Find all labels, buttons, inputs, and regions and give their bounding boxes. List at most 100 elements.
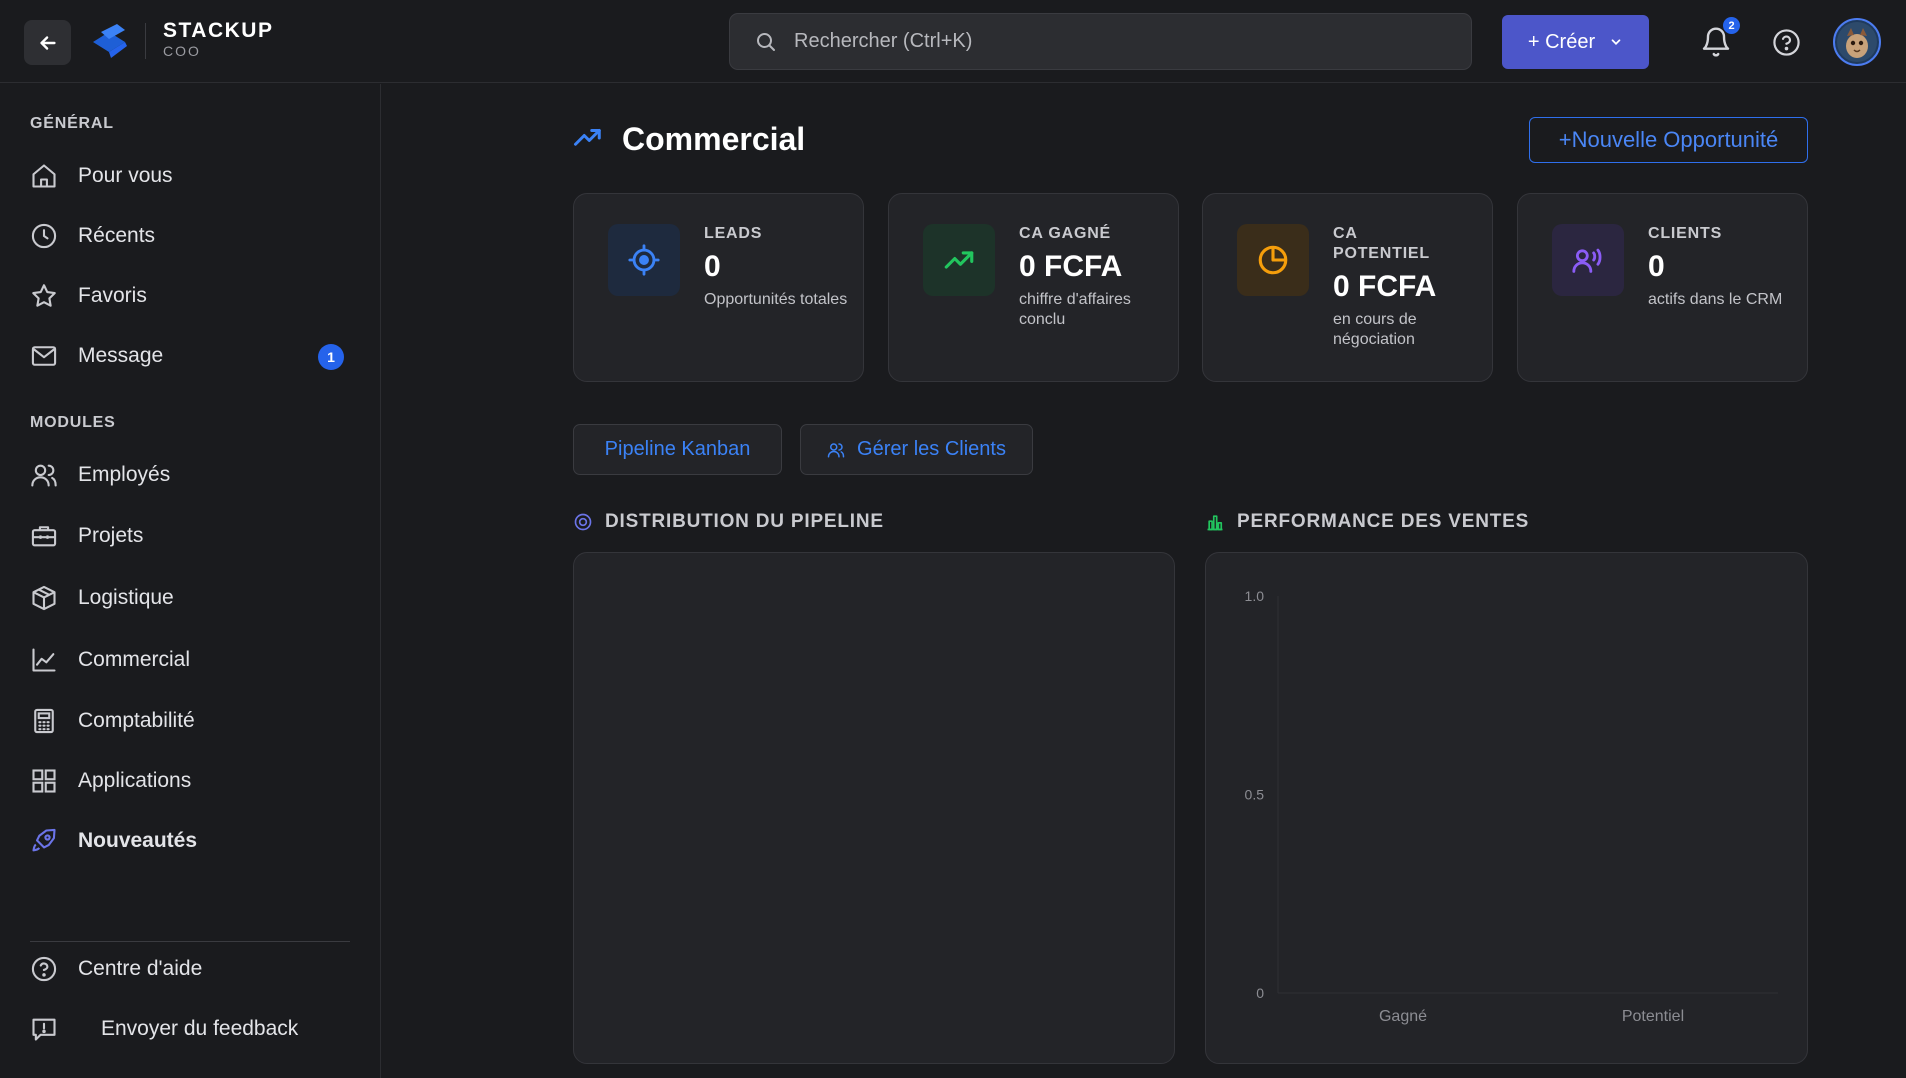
sidebar-item-label: Favoris <box>78 284 147 307</box>
sidebar-item-centre-aide[interactable]: Centre d'aide <box>30 949 350 989</box>
target-small-icon <box>574 513 592 531</box>
brand-name: STACKUP <box>163 19 274 42</box>
kpi-icon-box <box>1237 224 1309 296</box>
avatar[interactable] <box>1833 18 1881 66</box>
sidebar-item-label: Envoyer du feedback <box>101 1017 299 1040</box>
sidebar-item-message[interactable]: Message 1 <box>30 336 350 376</box>
sidebar-item-commercial[interactable]: Commercial <box>30 640 350 680</box>
pipeline-chart-panel <box>573 552 1175 1064</box>
stackup-logo-icon <box>93 24 127 58</box>
message-badge: 1 <box>318 344 344 370</box>
sidebar-item-employes[interactable]: Employés <box>30 455 350 495</box>
bar-chart-icon <box>1207 515 1223 531</box>
kpi-label: LEADS <box>704 225 763 242</box>
sidebar-item-recents[interactable]: Récents <box>30 216 350 256</box>
sidebar-item-favoris[interactable]: Favoris <box>30 276 350 316</box>
kpi-value: 0 <box>704 250 721 283</box>
users-icon <box>827 442 845 457</box>
sidebar-item-label: Nouveautés <box>78 829 198 852</box>
sidebar-item-comptabilite[interactable]: Comptabilité <box>30 701 350 741</box>
manage-clients-button[interactable]: Gérer les Clients <box>800 424 1033 475</box>
search-icon <box>757 32 775 51</box>
sidebar-item-label: Employés <box>78 463 171 486</box>
help-icon[interactable] <box>1772 28 1801 57</box>
search-input[interactable]: Rechercher (Ctrl+K) <box>729 13 1472 70</box>
sales-chart-panel: 0 0.5 1.0 Gagné Potentiel <box>1205 552 1808 1064</box>
manage-clients-label: Gérer les Clients <box>857 438 1006 460</box>
clock-icon <box>31 223 57 249</box>
kpi-subtitle: en cours de négociation <box>1333 311 1417 348</box>
new-opportunity-button[interactable]: +Nouvelle Opportunité <box>1529 117 1808 163</box>
sidebar-item-label: Commercial <box>78 648 191 671</box>
sidebar-item-label: Projets <box>78 524 144 547</box>
home-icon <box>32 164 56 188</box>
user-avatar-icon <box>1837 22 1877 62</box>
help-circle-icon <box>31 956 57 982</box>
kpi-body: LEADS 0 Opportunités totales <box>704 224 854 310</box>
sidebar-item-label: Logistique <box>78 586 174 609</box>
kpi-value: 0 <box>1648 250 1665 283</box>
sidebar-item-feedback[interactable]: Envoyer du feedback <box>30 1009 350 1049</box>
sales-chart-heading: PERFORMANCE DES VENTES <box>1205 511 1529 533</box>
sidebar-item-label: Pour vous <box>78 164 173 187</box>
sidebar-item-label: Comptabilité <box>78 709 195 732</box>
sidebar-item-label: Message <box>78 344 164 367</box>
sidebar-item-nouveautes[interactable]: Nouveautés <box>30 821 350 861</box>
sidebar-item-label: Applications <box>78 769 192 792</box>
trending-up-icon <box>944 251 974 269</box>
target-icon <box>628 244 660 276</box>
notification-badge: 2 <box>1723 17 1740 34</box>
calculator-icon <box>34 708 54 734</box>
kpi-icon-box <box>923 224 995 296</box>
pipeline-chart-title: DISTRIBUTION DU PIPELINE <box>605 511 884 532</box>
logo-divider <box>145 23 146 59</box>
mail-icon <box>31 346 57 366</box>
kpi-icon-box <box>1552 224 1624 296</box>
sidebar-item-applications[interactable]: Applications <box>30 761 350 801</box>
users-broadcast-icon <box>1572 248 1602 273</box>
sidebar: GÉNÉRAL Pour vous Récents Favoris Messag… <box>0 84 381 1078</box>
package-icon <box>32 585 56 611</box>
y-tick-label: 0.5 <box>1245 787 1265 803</box>
top-bar: STACKUP COO Rechercher (Ctrl+K) + Créer … <box>0 0 1906 83</box>
x-tick-label: Potentiel <box>1622 1008 1684 1025</box>
kpi-body: CA GAGNÉ 0 FCFA chiffre d'affaires concl… <box>1019 224 1169 330</box>
rocket-icon <box>32 828 56 852</box>
sidebar-item-projets[interactable]: Projets <box>30 516 350 556</box>
create-button[interactable]: + Créer <box>1502 15 1649 69</box>
sales-bar-chart: 0 0.5 1.0 Gagné Potentiel <box>1245 588 1778 1025</box>
search-placeholder: Rechercher (Ctrl+K) <box>794 30 973 52</box>
arrow-left-icon <box>39 35 56 50</box>
kpi-subtitle: actifs dans le CRM <box>1648 291 1783 308</box>
briefcase-icon <box>31 526 57 547</box>
feedback-icon <box>32 1018 56 1041</box>
kpi-subtitle: Opportunités totales <box>704 291 848 308</box>
pipeline-kanban-button[interactable]: Pipeline Kanban <box>573 424 782 475</box>
kpi-icon-box <box>608 224 680 296</box>
x-tick-label: Gagné <box>1379 1008 1427 1025</box>
users-icon <box>31 464 57 487</box>
sidebar-item-label: Récents <box>78 224 156 247</box>
sidebar-item-pour-vous[interactable]: Pour vous <box>30 156 350 196</box>
kpi-body: CA POTENTIEL 0 FCFA en cours de négociat… <box>1333 224 1483 350</box>
kpi-card-ca-potentiel: CA POTENTIEL 0 FCFA en cours de négociat… <box>1202 193 1493 382</box>
star-icon <box>32 284 56 307</box>
chevron-down-icon <box>1611 39 1621 45</box>
back-button[interactable] <box>24 20 71 65</box>
sidebar-item-label: Centre d'aide <box>78 957 203 980</box>
create-label: + Créer <box>1527 30 1596 53</box>
kpi-card-ca-gagne: CA GAGNÉ 0 FCFA chiffre d'affaires concl… <box>888 193 1179 382</box>
trending-up-icon <box>574 129 601 146</box>
brand-subtitle: COO <box>163 43 201 59</box>
kpi-body: CLIENTS 0 actifs dans le CRM <box>1648 224 1798 310</box>
page-title: Commercial <box>622 121 806 157</box>
kpi-label: CLIENTS <box>1648 225 1723 242</box>
pie-chart-icon <box>1258 245 1288 275</box>
kpi-subtitle: chiffre d'affaires conclu <box>1019 291 1131 328</box>
kpi-value: 0 FCFA <box>1333 270 1437 303</box>
section-title-general: GÉNÉRAL <box>30 115 114 132</box>
sidebar-item-logistique[interactable]: Logistique <box>30 578 350 618</box>
line-chart-icon <box>32 648 56 672</box>
section-title-modules: MODULES <box>30 414 116 431</box>
kpi-label: CA POTENTIEL <box>1333 225 1430 262</box>
